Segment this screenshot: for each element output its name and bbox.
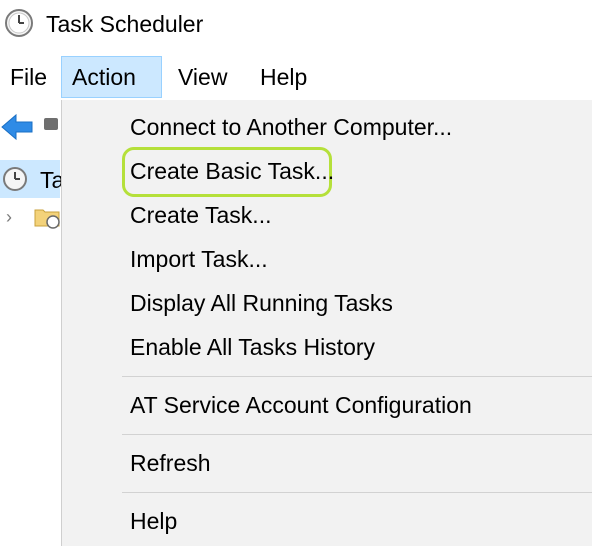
menu-view[interactable]: View [168, 56, 237, 98]
clock-icon [3, 167, 27, 191]
title-bar: Task Scheduler [0, 0, 592, 50]
menu-item-import-task[interactable]: Import Task... [130, 239, 268, 279]
menu-action[interactable]: Action [61, 56, 162, 98]
menu-help[interactable]: Help [250, 56, 317, 98]
action-menu-dropdown: Connect to Another Computer... Create Ba… [61, 100, 592, 546]
menu-item-create-task[interactable]: Create Task... [130, 195, 271, 235]
menu-separator [122, 434, 592, 435]
back-arrow-icon[interactable] [0, 112, 34, 142]
folder-clock-icon [34, 209, 60, 229]
menu-bar: File Action View Help [0, 56, 592, 100]
menu-item-connect-to-another-computer[interactable]: Connect to Another Computer... [130, 107, 452, 147]
menu-file[interactable]: File [0, 56, 57, 98]
menu-separator [122, 492, 592, 493]
menu-item-refresh[interactable]: Refresh [130, 443, 211, 483]
window-title: Task Scheduler [46, 11, 204, 37]
chevron-right-icon[interactable]: › [6, 207, 12, 228]
menu-item-enable-all-tasks-history[interactable]: Enable All Tasks History [130, 327, 375, 367]
menu-separator [122, 376, 592, 377]
clock-icon [5, 9, 33, 37]
menu-item-at-service-account-configuration[interactable]: AT Service Account Configuration [130, 385, 472, 425]
forward-button-icon[interactable] [44, 118, 58, 130]
menu-item-create-basic-task[interactable]: Create Basic Task... [130, 151, 334, 191]
menu-item-display-all-running-tasks[interactable]: Display All Running Tasks [130, 283, 393, 323]
menu-item-help[interactable]: Help [130, 501, 177, 541]
